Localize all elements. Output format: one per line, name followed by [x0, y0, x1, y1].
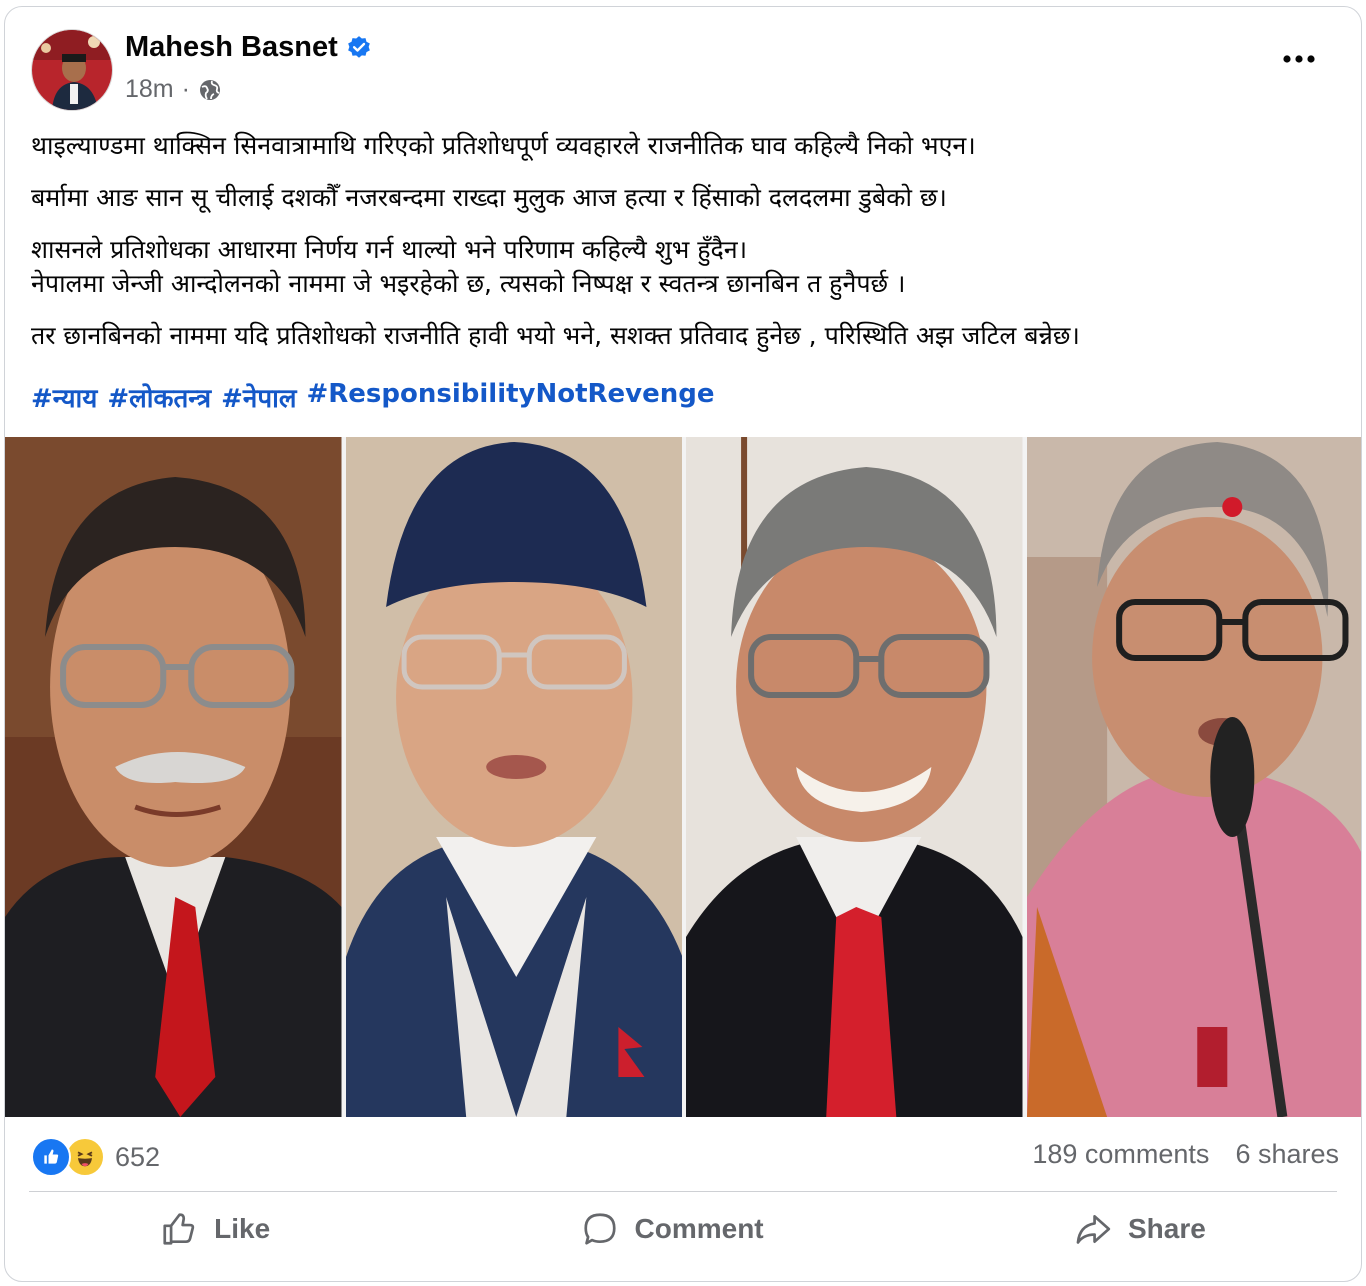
hashtag-link[interactable]: #लोकतन्त्र	[107, 379, 211, 415]
comment-label: Comment	[634, 1213, 764, 1244]
comment-button[interactable]: Comment	[541, 1202, 804, 1256]
hashtag-link[interactable]: #न्याय	[31, 379, 97, 415]
post-paragraph: बर्मामा आङ सान सू चीलाई दशकौँ नजरबन्दमा …	[31, 183, 947, 212]
author-name-row: Mahesh Basnet	[125, 31, 372, 64]
actions-divider	[29, 1191, 1337, 1192]
author-avatar[interactable]	[31, 29, 113, 111]
post-body: थाइल्याण्डमा थाक्सिन सिनवात्रामाथि गरिएक…	[31, 129, 1331, 371]
author-name[interactable]: Mahesh Basnet	[125, 31, 338, 64]
haha-reaction-icon	[65, 1137, 105, 1177]
portrait-image-3	[686, 437, 1023, 1117]
shares-count-link[interactable]: 6 shares	[1235, 1139, 1339, 1170]
comments-count-link[interactable]: 189 comments	[1032, 1139, 1209, 1170]
hashtag-link[interactable]: #नेपाल	[221, 379, 296, 415]
post-meta: 18m ·	[125, 75, 222, 104]
facebook-post-card: Mahesh Basnet 18m · थाइल्याण्डमा थाक्सिन…	[4, 6, 1362, 1282]
share-button[interactable]: Share	[1034, 1202, 1246, 1256]
like-label: Like	[214, 1213, 271, 1244]
post-timestamp[interactable]: 18m	[125, 75, 174, 104]
thumbs-up-icon	[163, 1213, 195, 1245]
post-header: Mahesh Basnet 18m ·	[5, 7, 1361, 117]
portrait-image-4	[1026, 437, 1361, 1117]
portrait-image-1	[5, 437, 342, 1117]
like-button[interactable]: Like	[120, 1202, 310, 1256]
meta-separator: ·	[181, 75, 190, 103]
post-actions: Like Comment Share	[5, 1199, 1361, 1259]
share-arrow-icon	[1076, 1214, 1111, 1244]
reactions-summary[interactable]: 652	[31, 1137, 160, 1177]
more-options-icon[interactable]	[1281, 49, 1317, 69]
post-paragraph: तर छानबिनको नाममा यदि प्रतिशोधको राजनीति…	[31, 321, 1080, 350]
engagement-stats: 652 189 comments 6 shares	[5, 1133, 1361, 1177]
hashtag-link[interactable]: #ResponsibilityNotRevenge	[306, 379, 714, 415]
post-paragraph: शासनले प्रतिशोधका आधारमा निर्णय गर्न थाल…	[31, 235, 748, 264]
portrait-image-2	[345, 437, 682, 1117]
share-label: Share	[1127, 1213, 1206, 1244]
post-paragraph: थाइल्याण्डमा थाक्सिन सिनवात्रामाथि गरिएक…	[31, 131, 976, 160]
comment-bubble-icon	[583, 1213, 616, 1245]
globe-icon	[199, 79, 220, 100]
reaction-count: 652	[115, 1141, 161, 1172]
hashtag-row: #न्याय #लोकतन्त्र #नेपाल #Responsibility…	[31, 379, 715, 415]
comment-share-counts: 189 comments 6 shares	[1032, 1139, 1339, 1170]
post-paragraph: नेपालमा जेन्जी आन्दोलनको नाममा जे भइरहेक…	[31, 269, 906, 298]
like-reaction-icon	[31, 1137, 71, 1177]
verified-badge-icon	[347, 35, 370, 58]
post-photo[interactable]	[5, 437, 1361, 1117]
